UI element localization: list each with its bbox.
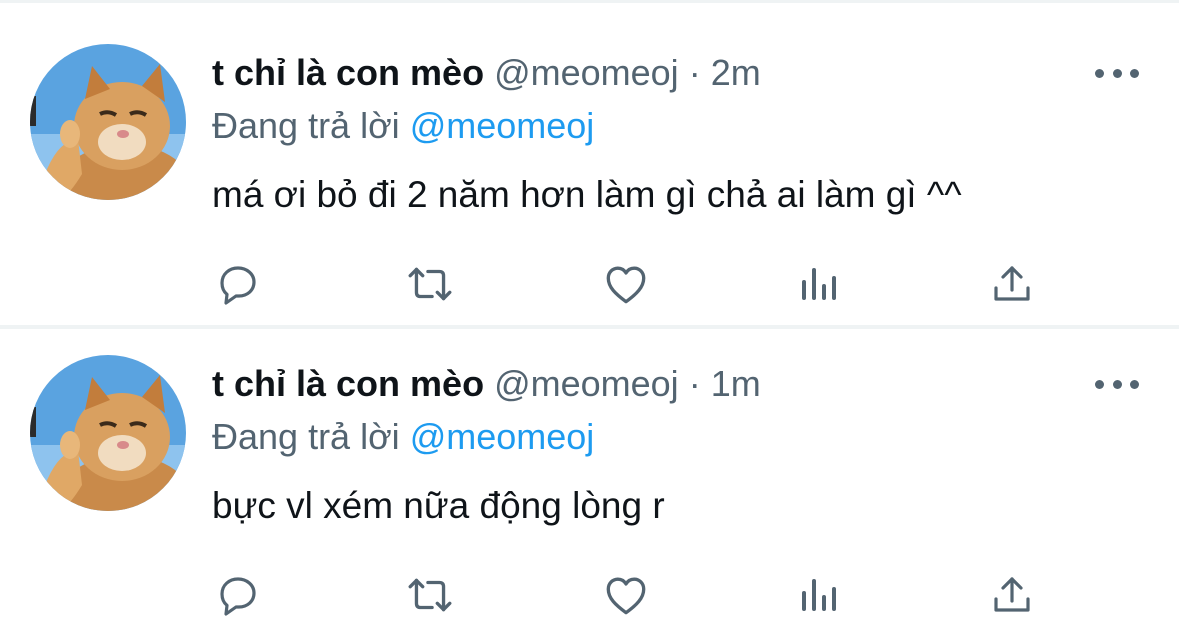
replying-to-handle[interactable]: @meomeoj — [410, 416, 595, 457]
replying-to-handle[interactable]: @meomeoj — [410, 105, 595, 146]
replying-to-line: Đang trả lời @meomeoj — [212, 415, 594, 459]
views-icon[interactable] — [792, 258, 844, 310]
replying-to-line: Đang trả lời @meomeoj — [212, 104, 594, 148]
cat-avatar-image — [30, 44, 186, 200]
user-handle[interactable]: @meomeoj — [494, 52, 679, 93]
replying-to-label: Đang trả lời — [212, 416, 400, 457]
tweet[interactable]: t chỉ là con mèo @meomeoj · 1m Đang trả … — [0, 329, 1179, 642]
reply-icon[interactable] — [212, 569, 264, 621]
replying-to-label: Đang trả lời — [212, 105, 400, 146]
tweet-text: má ơi bỏ đi 2 năm hơn làm gì chả ai làm … — [212, 174, 962, 215]
avatar[interactable] — [30, 44, 186, 200]
display-name[interactable]: t chỉ là con mèo — [212, 52, 484, 93]
tweet[interactable]: t chỉ là con mèo @meomeoj · 2m Đang trả … — [0, 3, 1179, 325]
reply-icon[interactable] — [212, 258, 264, 310]
share-icon[interactable] — [986, 569, 1038, 621]
retweet-icon[interactable] — [404, 258, 456, 310]
views-icon[interactable] — [792, 569, 844, 621]
more-options-icon[interactable] — [1095, 372, 1139, 396]
cat-avatar-image — [30, 355, 186, 511]
like-icon[interactable] — [600, 569, 652, 621]
timestamp[interactable]: 2m — [711, 52, 761, 93]
more-options-icon[interactable] — [1095, 61, 1139, 85]
tweet-actions — [212, 569, 1042, 621]
share-icon[interactable] — [986, 258, 1038, 310]
tweet-text: bực vl xém nữa động lòng r — [212, 485, 665, 526]
separator-dot: · — [688, 363, 701, 404]
avatar[interactable] — [30, 355, 186, 511]
display-name[interactable]: t chỉ là con mèo — [212, 363, 484, 404]
tweet-actions — [212, 258, 1042, 310]
timestamp[interactable]: 1m — [711, 363, 761, 404]
tweet-header: t chỉ là con mèo @meomeoj · 1m — [212, 362, 761, 406]
retweet-icon[interactable] — [404, 569, 456, 621]
like-icon[interactable] — [600, 258, 652, 310]
tweet-header: t chỉ là con mèo @meomeoj · 2m — [212, 51, 761, 95]
separator-dot: · — [688, 52, 701, 93]
user-handle[interactable]: @meomeoj — [494, 363, 679, 404]
